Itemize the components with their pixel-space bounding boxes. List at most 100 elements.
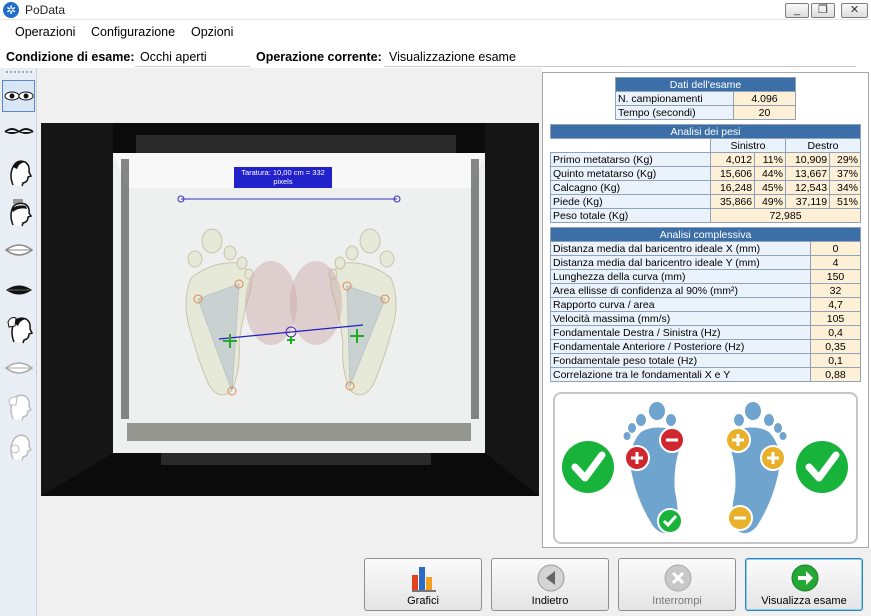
exam-data-title: Dati dell'esame: [615, 77, 796, 92]
right-kg: 13,667: [784, 166, 831, 181]
table-row: Piede (Kg) 35,866 49% 37,119 51%: [550, 194, 861, 209]
title-bar: ✲ PoData _ ❐ ✕: [0, 0, 871, 20]
row-value: 32: [810, 283, 861, 298]
row-label: Lunghezza della curva (mm): [550, 269, 811, 284]
left-check-icon: [562, 441, 614, 493]
row-label: Primo metatarso (Kg): [550, 152, 711, 167]
table-row: Fondamentale peso totale (Hz) 0,1: [550, 353, 861, 368]
right-heel-minus-icon: [727, 505, 753, 531]
chart-icon: [412, 567, 436, 592]
table-row: Distanza media dal baricentro ideale X (…: [550, 241, 861, 256]
foot-scan-image[interactable]: Taratura: 10,00 cm = 332 pixels: [41, 123, 539, 496]
table-row: Calcagno (Kg) 16,248 45% 12,543 34%: [550, 180, 861, 195]
left-pct: 49%: [754, 194, 786, 209]
exam-condition-label: Condizione di esame:: [6, 50, 135, 64]
row-value: 4,7: [810, 297, 861, 312]
overall-analysis-table: Analisi complessiva Distanza media dal b…: [550, 227, 861, 382]
row-label: Quinto metatarso (Kg): [550, 166, 711, 181]
row-label: Area ellisse di confidenza al 90% (mm²): [550, 283, 811, 298]
row-value: 105: [810, 311, 861, 326]
right-plus-icon: [725, 427, 751, 453]
row-value: 0: [810, 241, 861, 256]
head-bandage-icon[interactable]: [2, 196, 35, 228]
visualizza-esame-label: Visualizza esame: [761, 595, 847, 607]
interrompi-label: Interrompi: [652, 595, 702, 607]
row-value: 0,1: [810, 353, 861, 368]
right-kg: 10,909: [784, 152, 831, 167]
exam-condition-underline: [135, 66, 250, 67]
left-column-header: Sinistro: [710, 138, 786, 153]
left-toolbar: [0, 68, 37, 616]
row-value: 0,4: [810, 325, 861, 340]
total-weight-label: Peso totale (Kg): [550, 208, 711, 223]
app-logo-icon: ✲: [3, 2, 19, 18]
row-label: Fondamentale Anteriore / Posteriore (Hz): [550, 339, 811, 354]
eyes-closed-icon[interactable]: [2, 116, 35, 148]
right-pct: 29%: [829, 152, 861, 167]
left-pct: 11%: [754, 152, 786, 167]
menu-opzioni[interactable]: Opzioni: [191, 25, 233, 39]
minimize-button[interactable]: _: [785, 3, 809, 18]
right-kg: 37,119: [784, 194, 831, 209]
toolbar-grip[interactable]: [6, 71, 32, 73]
interrompi-button[interactable]: Interrompi: [618, 558, 736, 611]
table-row: N. campionamenti 4.096: [615, 91, 796, 106]
weights-table: Analisi dei pesi Sinistro Destro Primo m…: [550, 124, 862, 223]
total-weight-value: 72,985: [710, 208, 861, 223]
left-kg: 16,248: [709, 180, 756, 195]
table-row: Distanza media dal baricentro ideale Y (…: [550, 255, 861, 270]
right-column-header: Destro: [784, 138, 862, 153]
table-row: Area ellisse di confidenza al 90% (mm²) 3…: [550, 283, 861, 298]
head-icon[interactable]: [2, 156, 35, 188]
current-operation-underline: [384, 66, 856, 67]
menu-bar: Operazioni Configurazione Opzioni: [0, 22, 871, 42]
row-label: N. campionamenti: [615, 91, 734, 106]
current-operation-label: Operazione corrente:: [256, 50, 382, 64]
table-row: Fondamentale Anteriore / Posteriore (Hz)…: [550, 339, 861, 354]
row-label: Distanza media dal baricentro ideale X (…: [550, 241, 811, 256]
head-faded-2-icon[interactable]: [2, 430, 35, 462]
indietro-button[interactable]: Indietro: [491, 558, 609, 611]
row-value: 4.096: [733, 91, 796, 106]
head-faded-icon[interactable]: [2, 390, 35, 422]
right-pct: 51%: [829, 194, 861, 209]
left-kg: 4,012: [709, 152, 756, 167]
right-pct: 34%: [829, 180, 861, 195]
calibration-label: Taratura: 10,00 cm = 332 pixels: [234, 167, 332, 188]
row-value: 0,35: [810, 339, 861, 354]
condition-row: Condizione di esame: Occhi aperti Operaz…: [0, 46, 871, 68]
right-plus-2-icon: [760, 445, 786, 471]
lips-open-icon[interactable]: [2, 234, 35, 266]
maximize-button[interactable]: ❐: [811, 3, 835, 18]
menu-configurazione[interactable]: Configurazione: [91, 25, 175, 39]
table-row: Quinto metatarso (Kg) 15,606 44% 13,667 …: [550, 166, 861, 181]
exam-condition-value: Occhi aperti: [140, 50, 207, 64]
forward-arrow-icon: [791, 564, 819, 592]
visualizza-esame-button[interactable]: Visualizza esame: [745, 558, 863, 611]
table-row: Primo metatarso (Kg) 4,012 11% 10,909 29…: [550, 152, 861, 167]
window-title: PoData: [25, 3, 66, 17]
left-plus-icon: [624, 445, 650, 471]
head-hand-icon[interactable]: [2, 312, 35, 344]
right-kg: 12,543: [784, 180, 831, 195]
table-row: Fondamentale Destra / Sinistra (Hz) 0,4: [550, 325, 861, 340]
lips-closed-icon[interactable]: [2, 274, 35, 306]
table-row: Peso totale (Kg) 72,985: [550, 208, 861, 223]
grafici-button[interactable]: Grafici: [364, 558, 482, 611]
row-label: Calcagno (Kg): [550, 180, 711, 195]
left-kg: 35,866: [709, 194, 756, 209]
foot-evaluation-graphic: [553, 392, 858, 544]
eyes-open-icon[interactable]: [2, 80, 35, 112]
left-heel-check-icon: [657, 508, 683, 534]
overall-title: Analisi complessiva: [550, 227, 861, 242]
indietro-label: Indietro: [531, 595, 569, 607]
table-row: Rapporto curva / area 4,7: [550, 297, 861, 312]
close-button[interactable]: ✕: [841, 3, 868, 18]
table-row: Tempo (secondi) 20: [615, 105, 796, 120]
menu-operazioni[interactable]: Operazioni: [15, 25, 75, 39]
right-check-icon: [796, 441, 848, 493]
lips-outline-icon[interactable]: [2, 352, 35, 384]
table-row: Lunghezza della curva (mm) 150: [550, 269, 861, 284]
row-label: Fondamentale peso totale (Hz): [550, 353, 811, 368]
row-label: Distanza media dal baricentro ideale Y (…: [550, 255, 811, 270]
